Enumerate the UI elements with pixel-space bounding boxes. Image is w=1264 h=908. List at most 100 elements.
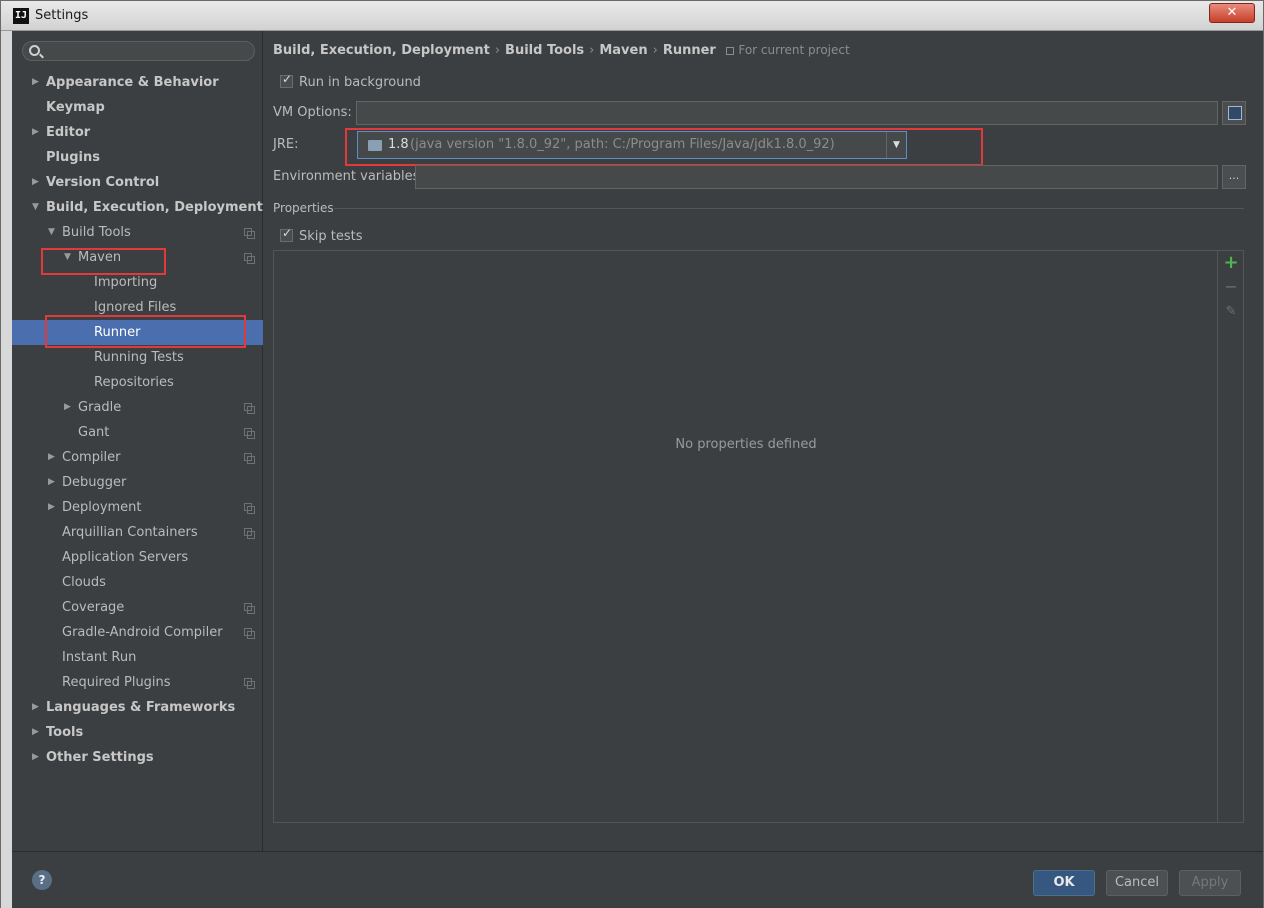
skip-tests-row[interactable]: Skip tests: [280, 226, 363, 244]
expand-arrow-right-icon[interactable]: ▶: [32, 745, 44, 770]
sidebar-item-label: Clouds: [62, 575, 106, 590]
expand-arrow-down-icon[interactable]: ▼: [48, 220, 60, 245]
sidebar-item-clouds[interactable]: Clouds: [12, 570, 263, 595]
sidebar-item-editor[interactable]: ▶ Editor: [12, 120, 263, 145]
run-in-background-row[interactable]: Run in background: [280, 72, 421, 90]
window-title: Settings: [35, 8, 89, 23]
project-scope-icon: [244, 528, 255, 539]
sidebar-item-debugger[interactable]: ▶ Debugger: [12, 470, 263, 495]
sidebar-item-languages-frameworks[interactable]: ▶ Languages & Frameworks: [12, 695, 263, 720]
sidebar-item-tools[interactable]: ▶ Tools: [12, 720, 263, 745]
run-in-background-checkbox[interactable]: [280, 72, 293, 88]
jre-label: JRE:: [273, 137, 299, 152]
project-scope-icon: [244, 453, 255, 464]
breadcrumb-item: Build, Execution, Deployment: [273, 43, 490, 58]
properties-table[interactable]: No properties defined + − ✎: [273, 250, 1244, 823]
sidebar-item-label: Repositories: [94, 375, 174, 390]
dialog-footer: ? OK Cancel Apply: [12, 851, 1263, 908]
sidebar-item-arquillian-containers[interactable]: Arquillian Containers: [12, 520, 263, 545]
expand-vm-options-button[interactable]: [1222, 101, 1246, 125]
help-button[interactable]: ?: [32, 870, 52, 890]
sidebar-item-label: Version Control: [46, 175, 160, 190]
sidebar-item-application-servers[interactable]: Application Servers: [12, 545, 263, 570]
environment-variables-input[interactable]: [415, 165, 1218, 189]
sidebar-item-running-tests[interactable]: Running Tests: [12, 345, 263, 370]
project-scope-icon: [244, 228, 255, 239]
sidebar-item-label: Gradle: [78, 400, 122, 415]
sidebar-item-coverage[interactable]: Coverage: [12, 595, 263, 620]
browse-environment-variables-button[interactable]: ...: [1222, 165, 1246, 189]
sidebar-item-deployment[interactable]: ▶ Deployment: [12, 495, 263, 520]
skip-tests-checkbox[interactable]: [280, 226, 293, 242]
sidebar-item-label: Arquillian Containers: [62, 525, 198, 540]
cancel-button[interactable]: Cancel: [1106, 870, 1168, 896]
expand-arrow-right-icon[interactable]: ▶: [32, 695, 44, 720]
settings-sidebar: ▶ Appearance & Behavior Keymap ▶ Editor Plugi…: [12, 31, 263, 851]
sidebar-item-compiler[interactable]: ▶ Compiler: [12, 445, 263, 470]
sidebar-item-label: Keymap: [46, 100, 105, 115]
sidebar-item-label: Editor: [46, 125, 91, 140]
sidebar-item-build-execution-deployment[interactable]: ▼ Build, Execution, Deployment: [12, 195, 263, 220]
search-input[interactable]: [22, 41, 255, 61]
expand-arrow-right-icon[interactable]: ▶: [32, 720, 44, 745]
no-properties-text: No properties defined: [675, 437, 817, 452]
sidebar-item-label: Languages & Frameworks: [46, 700, 236, 715]
sidebar-item-required-plugins[interactable]: Required Plugins: [12, 670, 263, 695]
sidebar-item-label: Deployment: [62, 500, 142, 515]
project-scope-icon: [244, 678, 255, 689]
sidebar-item-plugins[interactable]: Plugins: [12, 145, 263, 170]
apply-button[interactable]: Apply: [1179, 870, 1241, 896]
settings-tree: ▶ Appearance & Behavior Keymap ▶ Editor Plugi…: [12, 70, 263, 770]
project-scope-icon: [244, 628, 255, 639]
add-icon[interactable]: +: [1223, 254, 1239, 272]
sidebar-item-label: Appearance & Behavior: [46, 75, 219, 90]
sidebar-item-label: Build Tools: [62, 225, 131, 240]
project-scope-icon: [244, 603, 255, 614]
sidebar-item-gant[interactable]: Gant: [12, 420, 263, 445]
project-scope-icon: [244, 503, 255, 514]
search-icon: [29, 45, 40, 56]
skip-tests-label: Skip tests: [299, 229, 363, 244]
sidebar-item-label: Debugger: [62, 475, 127, 490]
breadcrumb-item: Maven: [599, 43, 648, 58]
expand-arrow-right-icon[interactable]: ▶: [64, 395, 76, 420]
breadcrumb-current: Runner: [662, 43, 716, 58]
vm-options-input[interactable]: [356, 101, 1218, 125]
sidebar-item-label: Compiler: [62, 450, 121, 465]
expand-arrow-right-icon[interactable]: ▶: [48, 470, 60, 495]
expand-arrow-right-icon[interactable]: ▶: [48, 495, 60, 520]
breadcrumb-separator: ›: [652, 43, 658, 58]
project-scope-icon: [244, 428, 255, 439]
background-window-strip: [1, 31, 12, 908]
sidebar-item-other-settings[interactable]: ▶ Other Settings: [12, 745, 263, 770]
breadcrumb-item: Build Tools: [505, 43, 585, 58]
remove-icon[interactable]: −: [1223, 279, 1239, 295]
environment-variables-label: Environment variables:: [273, 169, 424, 184]
expand-arrow-right-icon[interactable]: ▶: [48, 445, 60, 470]
close-window-button[interactable]: ✕: [1209, 3, 1255, 23]
sidebar-item-version-control[interactable]: ▶ Version Control: [12, 170, 263, 195]
sidebar-item-repositories[interactable]: Repositories: [12, 370, 263, 395]
sidebar-item-keymap[interactable]: Keymap: [12, 95, 263, 120]
sidebar-item-label: Build, Execution, Deployment: [46, 200, 263, 215]
sidebar-item-gradle[interactable]: ▶ Gradle: [12, 395, 263, 420]
expand-arrow-right-icon[interactable]: ▶: [32, 120, 44, 145]
sidebar-item-appearance-behavior[interactable]: ▶ Appearance & Behavior: [12, 70, 263, 95]
sidebar-item-label: Running Tests: [94, 350, 184, 365]
section-divider: [334, 208, 1244, 209]
expand-arrow-down-icon[interactable]: ▼: [32, 195, 44, 220]
run-in-background-label: Run in background: [299, 75, 421, 90]
expand-arrow-right-icon[interactable]: ▶: [32, 170, 44, 195]
ok-button[interactable]: OK: [1033, 870, 1095, 896]
settings-window: IJ Settings ✕ ▶ Appearance & Behavior Keym…: [0, 0, 1264, 908]
project-scope-icon: [726, 46, 735, 55]
sidebar-item-build-tools[interactable]: ▼ Build Tools: [12, 220, 263, 245]
sidebar-item-instant-run[interactable]: Instant Run: [12, 645, 263, 670]
sidebar-item-label: Gant: [78, 425, 110, 440]
vm-options-label: VM Options:: [273, 105, 352, 120]
expand-arrow-right-icon[interactable]: ▶: [32, 70, 44, 95]
edit-icon[interactable]: ✎: [1223, 304, 1239, 320]
project-scope-icon: [244, 403, 255, 414]
sidebar-item-gradle-android-compiler[interactable]: Gradle-Android Compiler: [12, 620, 263, 645]
jre-highlight-box: [345, 128, 983, 166]
